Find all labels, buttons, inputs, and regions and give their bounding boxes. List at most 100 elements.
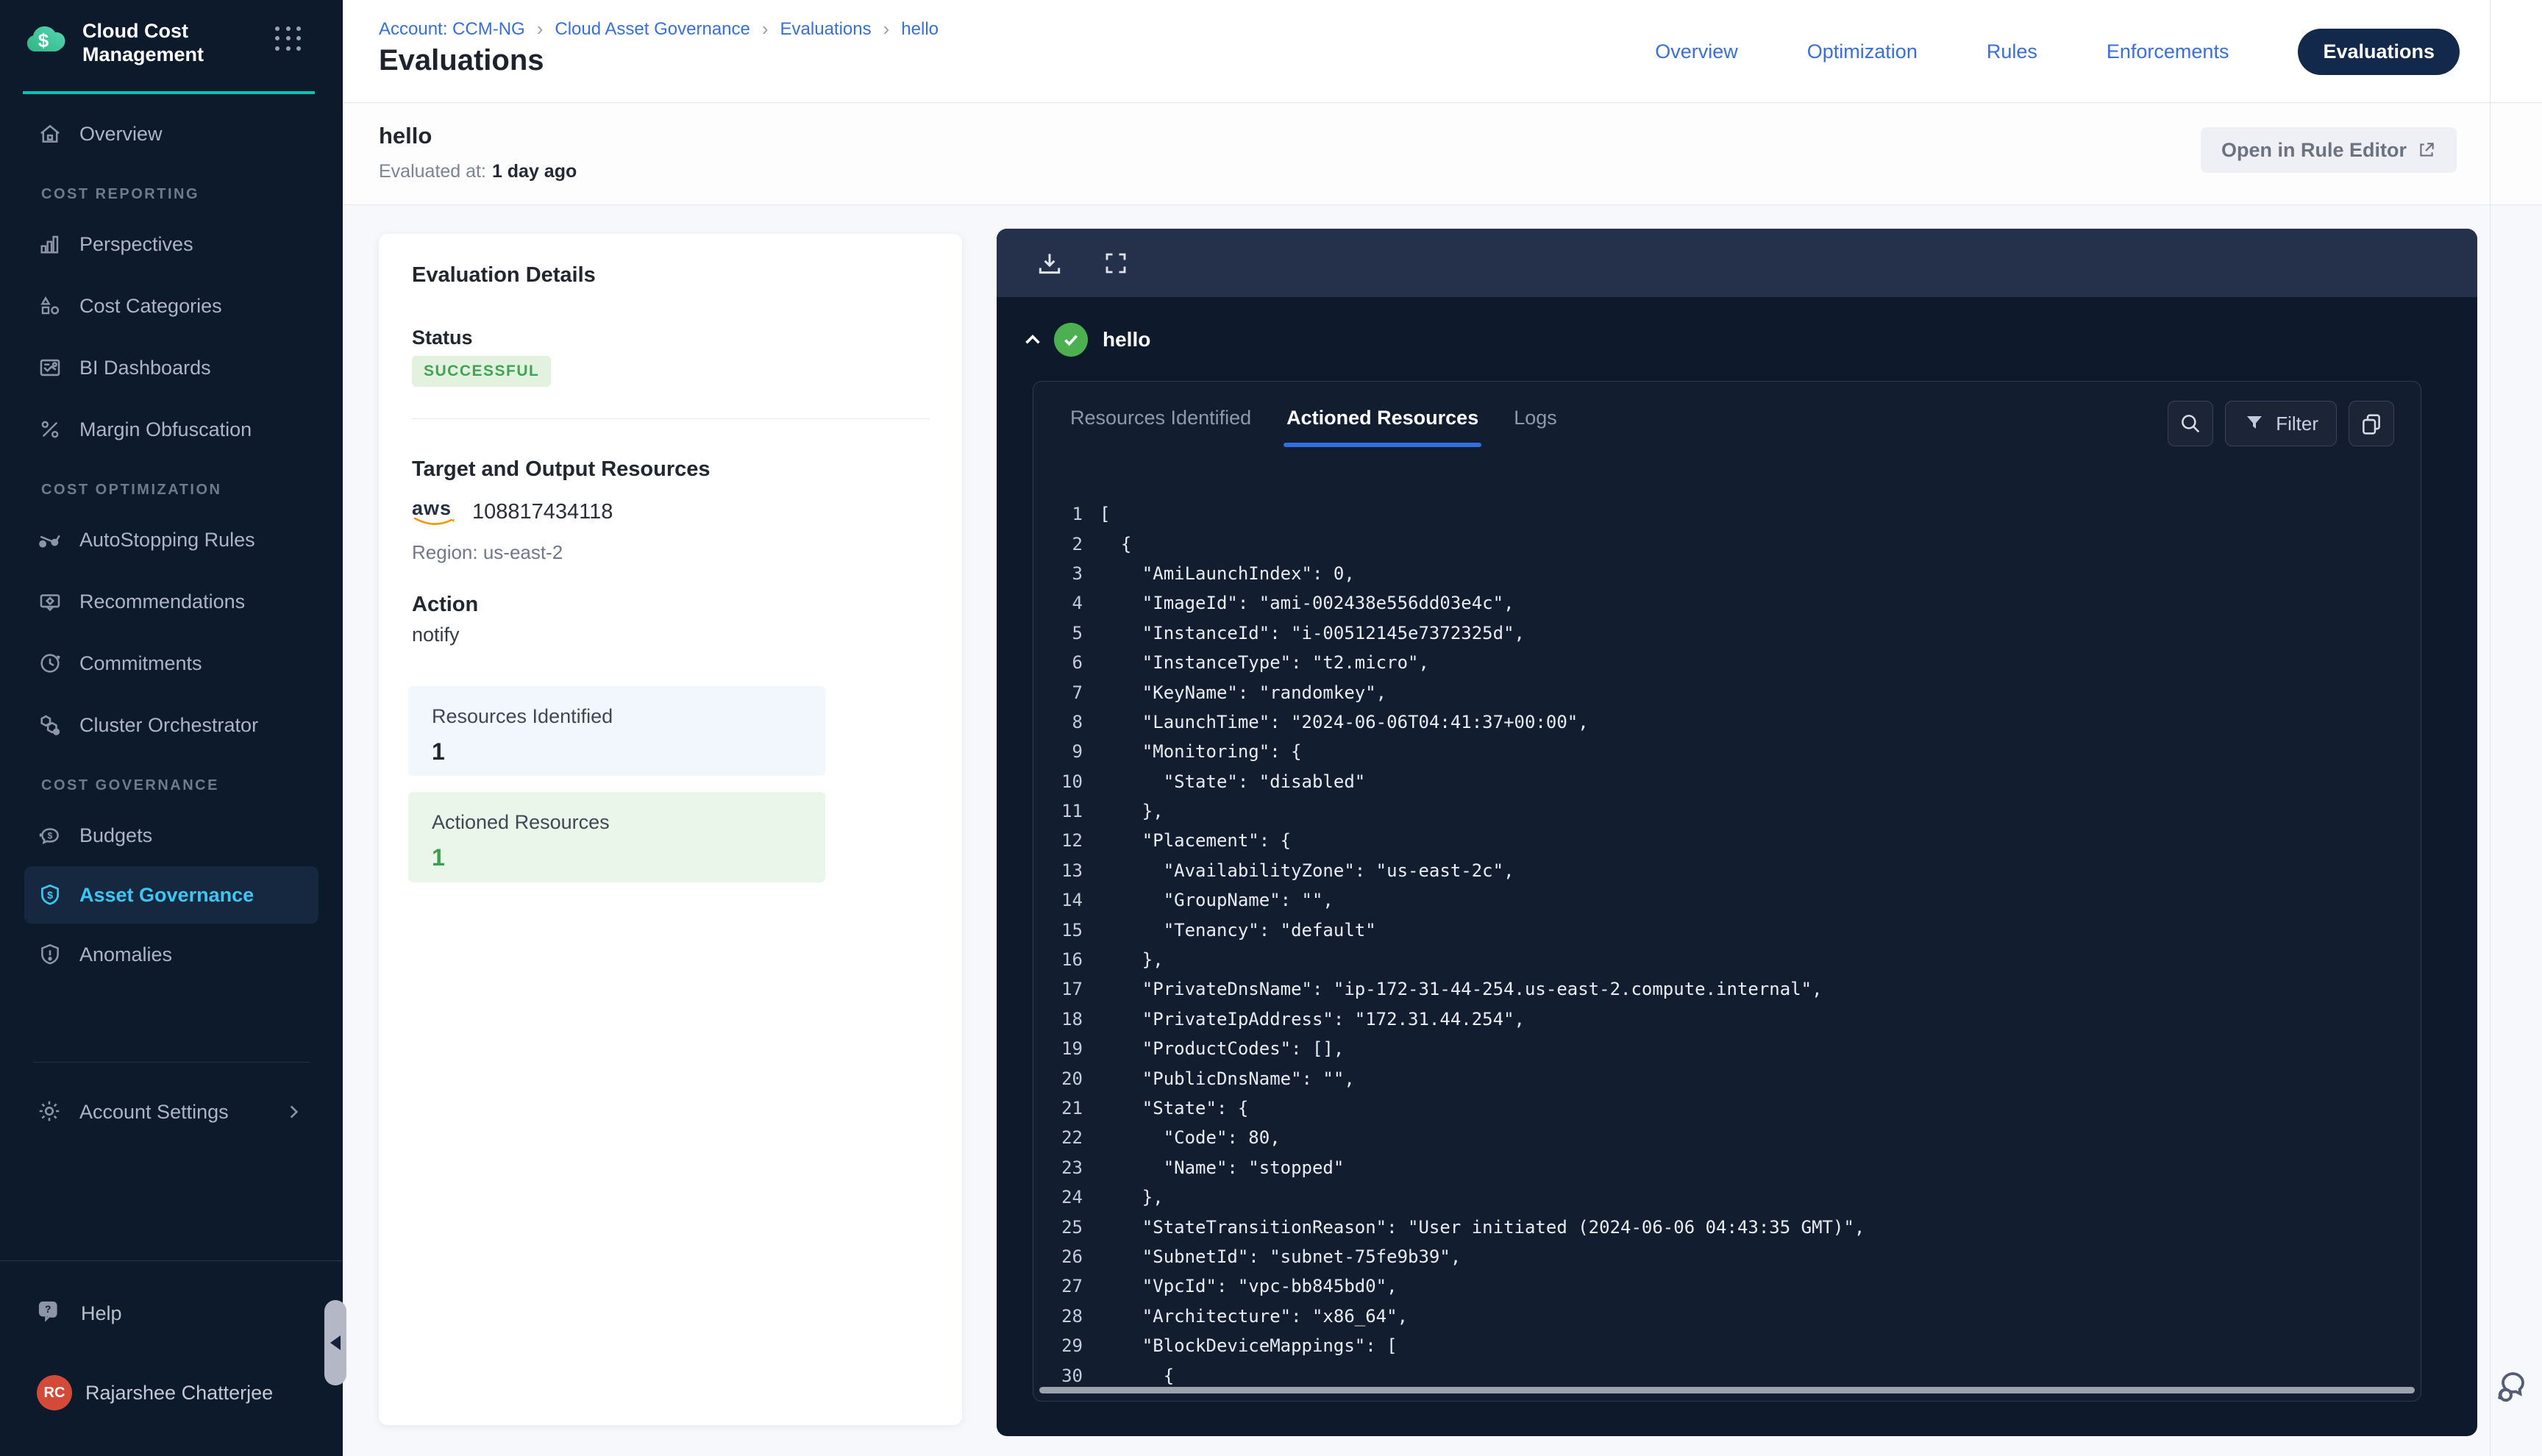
- svg-text:$: $: [48, 830, 53, 841]
- copy-button[interactable]: [2349, 401, 2394, 446]
- code-line: 2 {: [1033, 529, 2421, 558]
- code-text: "State": "disabled": [1100, 771, 1365, 792]
- module-nav-link-rules[interactable]: Rules: [1987, 40, 2037, 63]
- tab-actioned-resources[interactable]: Actioned Resources: [1286, 407, 1478, 447]
- horizontal-scrollbar[interactable]: [1039, 1387, 2415, 1393]
- breadcrumb-link[interactable]: Cloud Asset Governance: [555, 19, 750, 40]
- sidebar-item-label: Asset Governance: [79, 884, 254, 907]
- fullscreen-icon[interactable]: [1101, 249, 1131, 278]
- sidebar-item-help[interactable]: ? Help: [0, 1284, 343, 1343]
- actioned-resources-stat: Actioned Resources 1: [408, 792, 825, 882]
- sidebar-item-account-settings[interactable]: Account Settings: [0, 1081, 343, 1143]
- breadcrumb-separator-icon: ›: [537, 18, 544, 40]
- evaluated-at-value: 1 day ago: [492, 161, 577, 182]
- code-line: 28 "Architecture": "x86_64",: [1033, 1302, 2421, 1331]
- line-number: 15: [1033, 920, 1083, 941]
- line-number: 9: [1033, 741, 1083, 762]
- page-title: Evaluations: [379, 44, 544, 77]
- autostopping-icon: [37, 527, 63, 553]
- code-line: 14 "GroupName": "",: [1033, 885, 2421, 915]
- breadcrumb-link[interactable]: Account: CCM-NG: [379, 19, 525, 40]
- line-number: 17: [1033, 979, 1083, 999]
- cloud-cost-management-logo-icon: $: [24, 22, 71, 56]
- sidebar-item-label: Overview: [79, 123, 163, 146]
- sidebar-item-label: Cluster Orchestrator: [79, 714, 258, 737]
- line-number: 25: [1033, 1217, 1083, 1238]
- sidebar-item-anomalies[interactable]: Anomalies: [0, 924, 343, 985]
- asset-governance-icon: $: [37, 882, 63, 908]
- module-nav-link-evaluations-active[interactable]: Evaluations: [2298, 29, 2460, 75]
- resources-viewer-card: Resources Identified Actioned Resources Lo…: [1033, 381, 2421, 1402]
- open-in-rule-editor-button[interactable]: Open in Rule Editor: [2201, 127, 2457, 173]
- code-text: "KeyName": "randomkey",: [1100, 682, 1386, 703]
- code-text: "InstanceType": "t2.micro",: [1100, 652, 1429, 673]
- filter-icon: [2243, 413, 2265, 435]
- code-line: 17 "PrivateDnsName": "ip-172-31-44-254.u…: [1033, 974, 2421, 1004]
- breadcrumb: Account: CCM-NG›Cloud Asset Governance›E…: [379, 18, 939, 40]
- json-code-viewer: 1[2 {3 "AmiLaunchIndex": 0,4 "ImageId": …: [1033, 499, 2421, 1391]
- sidebar-item-margin-obfuscation[interactable]: Margin Obfuscation: [0, 399, 343, 460]
- user-menu[interactable]: RC Rajarshee Chatterjee: [0, 1362, 343, 1424]
- sidebar-item-cost-categories[interactable]: Cost Categories: [0, 275, 343, 337]
- stat-label: Resources Identified: [432, 705, 802, 728]
- code-line: 3 "AmiLaunchIndex": 0,: [1033, 559, 2421, 588]
- tab-logs[interactable]: Logs: [1514, 407, 1557, 447]
- sidebar-item-bi-dashboards[interactable]: BI Dashboards: [0, 337, 343, 399]
- chevron-up-icon[interactable]: [1020, 327, 1045, 352]
- sidebar-item-cluster-orchestrator[interactable]: Cluster Orchestrator: [0, 694, 343, 756]
- chat-support-icon[interactable]: [2496, 1369, 2535, 1405]
- tab-resources-identified[interactable]: Resources Identified: [1070, 407, 1251, 447]
- breadcrumb-link[interactable]: Evaluations: [780, 19, 872, 40]
- sidebar-section-label: COST GOVERNANCE: [0, 756, 343, 804]
- module-nav-link-enforcements[interactable]: Enforcements: [2107, 40, 2229, 63]
- module-nav: Overview Optimization Rules Enforcements Eva…: [1655, 0, 2460, 103]
- sidebar-item-autostopping-rules[interactable]: AutoStopping Rules: [0, 509, 343, 571]
- line-number: 22: [1033, 1127, 1083, 1148]
- line-number: 19: [1033, 1038, 1083, 1059]
- evaluation-details-card: Evaluation Details Status SUCCESSFUL Tar…: [379, 234, 962, 1425]
- code-line: 9 "Monitoring": {: [1033, 737, 2421, 766]
- sidebar-item-recommendations[interactable]: Recommendations: [0, 571, 343, 632]
- evaluated-at: Evaluated at:1 day ago: [379, 161, 577, 182]
- code-text: "AvailabilityZone": "us-east-2c",: [1100, 860, 1514, 881]
- code-text: "PrivateIpAddress": "172.31.44.254",: [1100, 1009, 1525, 1029]
- code-line: 6 "InstanceType": "t2.micro",: [1033, 648, 2421, 677]
- stat-value: 1: [432, 844, 802, 871]
- sidebar-item-label: Recommendations: [79, 590, 245, 613]
- line-number: 21: [1033, 1098, 1083, 1118]
- code-text: "Placement": {: [1100, 830, 1291, 851]
- code-line: 11 },: [1033, 796, 2421, 826]
- code-line: 13 "AvailabilityZone": "us-east-2c",: [1033, 856, 2421, 885]
- sidebar-item-budgets[interactable]: $Budgets: [0, 804, 343, 866]
- evaluation-output-panel: hello Resources IdentifiedActioned Resou…: [997, 229, 2477, 1436]
- module-nav-link-overview[interactable]: Overview: [1655, 40, 1738, 63]
- sidebar-item-label: BI Dashboards: [79, 357, 211, 379]
- sidebar-item-perspectives[interactable]: Perspectives: [0, 213, 343, 275]
- code-text: "VpcId": "vpc-bb845bd0",: [1100, 1276, 1398, 1296]
- filter-button[interactable]: Filter: [2225, 401, 2337, 446]
- evaluation-name: hello: [379, 123, 432, 149]
- sidebar-item-asset-governance[interactable]: $ Asset Governance: [24, 866, 318, 924]
- sidebar-item-commitments[interactable]: Commitments: [0, 632, 343, 694]
- recommendations-icon: [37, 588, 63, 615]
- svg-text:$: $: [38, 29, 49, 51]
- code-text: "ImageId": "ami-002438e556dd03e4c",: [1100, 593, 1514, 613]
- module-nav-link-optimization[interactable]: Optimization: [1807, 40, 1918, 63]
- module-grid-icon[interactable]: [275, 26, 303, 51]
- search-button[interactable]: [2168, 401, 2213, 446]
- open-in-rule-editor-label: Open in Rule Editor: [2221, 139, 2407, 162]
- sidebar-collapse-handle[interactable]: [324, 1300, 346, 1385]
- code-line: 7 "KeyName": "randomkey",: [1033, 677, 2421, 707]
- breadcrumb-link[interactable]: hello: [901, 19, 939, 40]
- sidebar-footer-divider: [0, 1260, 343, 1261]
- line-number: 26: [1033, 1246, 1083, 1267]
- line-number: 13: [1033, 860, 1083, 881]
- code-text: "Tenancy": "default": [1100, 920, 1376, 941]
- code-text: "PrivateDnsName": "ip-172-31-44-254.us-e…: [1100, 979, 1823, 999]
- code-text: "PublicDnsName": "",: [1100, 1068, 1355, 1089]
- download-icon[interactable]: [1035, 249, 1064, 278]
- line-number: 1: [1033, 504, 1083, 524]
- code-text: "State": {: [1100, 1098, 1248, 1118]
- gear-icon: [37, 1099, 63, 1125]
- sidebar-item-overview[interactable]: Overview: [0, 103, 343, 165]
